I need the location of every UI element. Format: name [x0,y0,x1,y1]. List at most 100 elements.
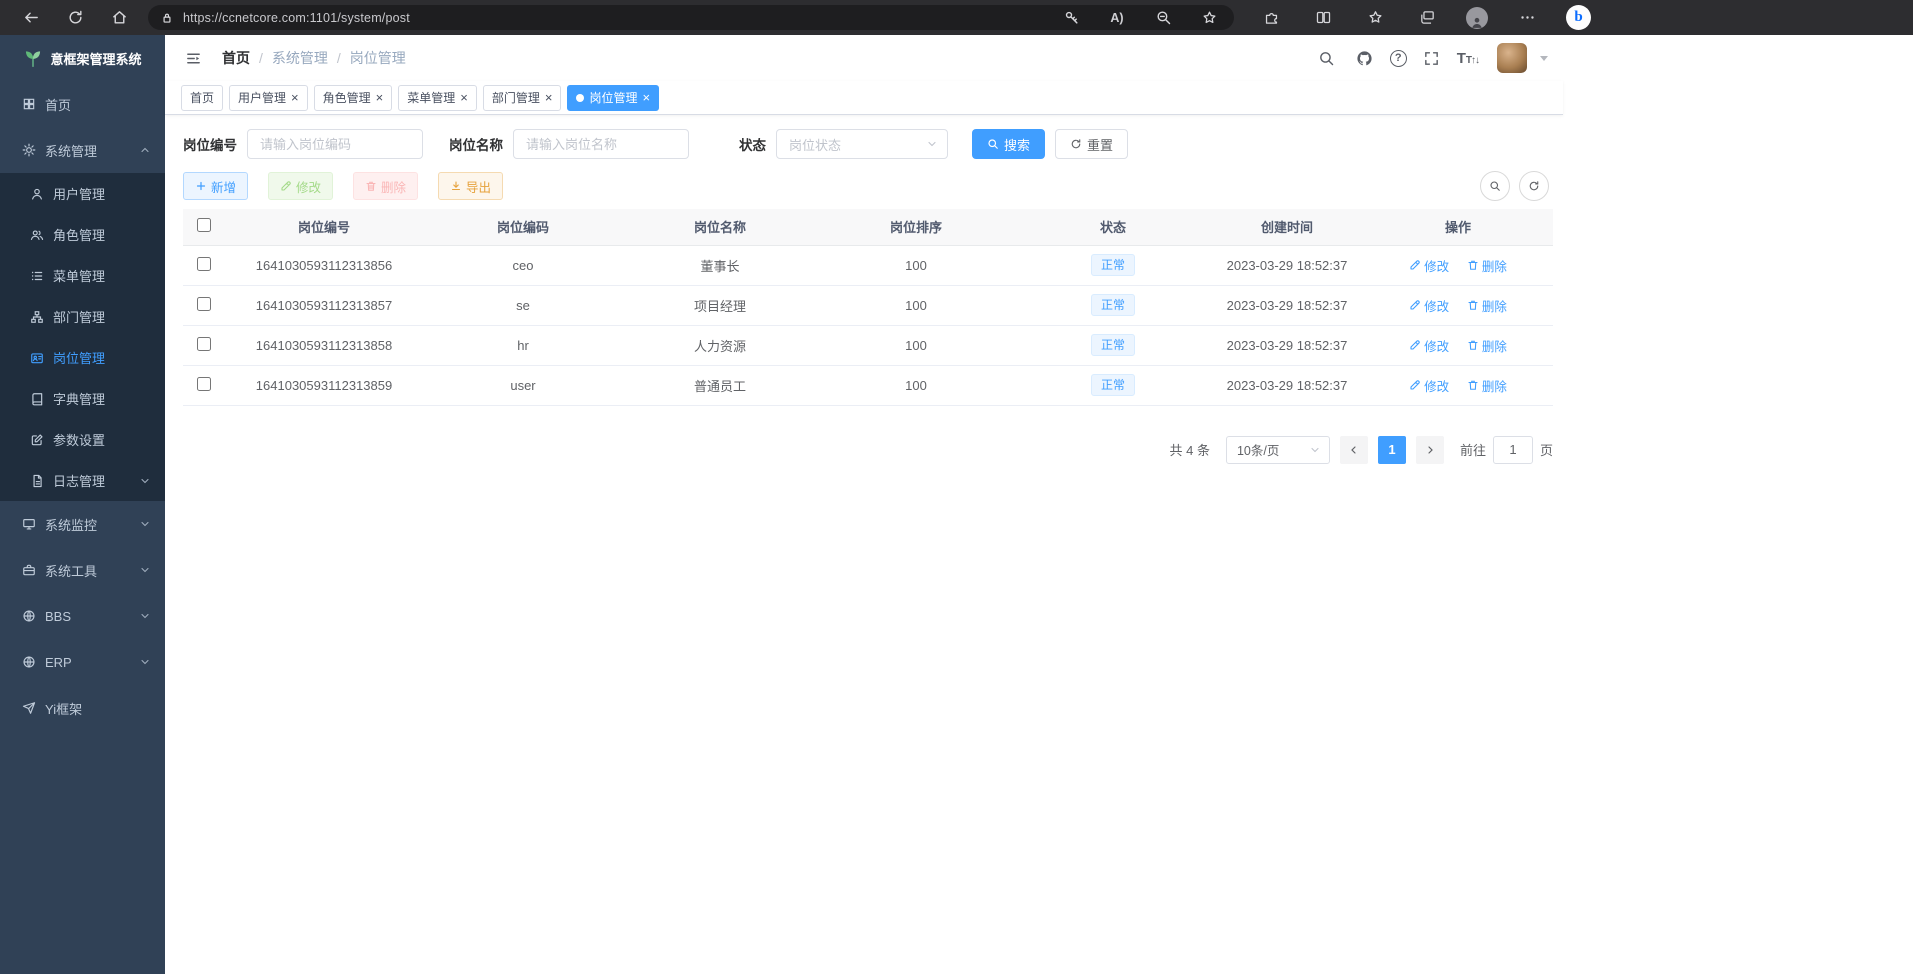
close-icon[interactable]: × [642,91,650,104]
search-button[interactable]: 搜索 [972,129,1045,159]
page-size-select[interactable]: 10条/页 [1226,436,1330,464]
sidebar-item-label: ERP [45,655,72,670]
export-button[interactable]: 导出 [438,172,503,200]
refresh-table-button[interactable] [1519,171,1549,201]
sidebar-item-menus[interactable]: 菜单管理 [0,255,165,296]
row-checkbox[interactable] [197,297,211,311]
breadcrumb-home[interactable]: 首页 [222,48,250,68]
page-number-button[interactable]: 1 [1378,436,1406,464]
column-header: 操作 [1363,209,1553,245]
sidebar-item-tools[interactable]: 系统工具 [0,547,165,593]
github-icon[interactable] [1352,45,1378,71]
font-size-icon[interactable]: T [1457,50,1479,67]
tab-label: 菜单管理 [407,89,455,106]
sidebar-item-users[interactable]: 用户管理 [0,173,165,214]
tab-department-management[interactable]: 部门管理 × [483,85,562,111]
sidebar-item-home[interactable]: 首页 [0,81,165,127]
table-row[interactable]: 1641030593112313857 se 项目经理 100 正常 2023-… [183,285,1553,325]
collections-icon[interactable] [1414,5,1440,31]
post-code-input[interactable] [247,129,423,159]
header-search-icon[interactable] [1314,45,1340,71]
row-delete-button[interactable]: 删除 [1467,336,1507,355]
add-favorite-star-icon[interactable] [1196,5,1222,31]
row-checkbox[interactable] [197,337,211,351]
fullscreen-icon[interactable] [1419,45,1445,71]
saved-password-key-icon[interactable] [1058,5,1084,31]
help-icon[interactable] [1390,50,1407,67]
sidebar-item-roles[interactable]: 角色管理 [0,214,165,255]
user-avatar[interactable] [1497,43,1527,73]
tab-post-management[interactable]: 岗位管理 × [567,85,659,111]
table-row[interactable]: 1641030593112313859 user 普通员工 100 正常 202… [183,365,1553,405]
favorites-icon[interactable] [1362,5,1388,31]
read-aloud-icon[interactable] [1104,5,1130,31]
row-delete-button[interactable]: 删除 [1467,256,1507,275]
sidebar-toggle-button[interactable] [180,45,206,71]
next-page-button[interactable] [1416,436,1444,464]
post-name-input[interactable] [513,129,689,159]
sidebar-item-logs[interactable]: 日志管理 [0,460,165,501]
browser-refresh-button[interactable] [62,5,88,31]
sidebar-item-erp[interactable]: ERP [0,639,165,685]
tab-role-management[interactable]: 角色管理 × [314,85,393,111]
zoom-out-icon[interactable] [1150,5,1176,31]
close-icon[interactable]: × [545,91,553,104]
sidebar-item-parameters[interactable]: 参数设置 [0,419,165,460]
close-icon[interactable]: × [376,91,384,104]
sidebar-item-posts[interactable]: 岗位管理 [0,337,165,378]
chevron-down-icon [1309,444,1321,456]
sidebar-item-label: 系统管理 [45,141,97,160]
tab-home[interactable]: 首页 [181,85,223,111]
row-edit-button[interactable]: 修改 [1409,376,1449,395]
sidebar-item-monitoring[interactable]: 系统监控 [0,501,165,547]
refresh-icon [67,9,84,26]
close-icon[interactable]: × [460,91,468,104]
sidebar-item-label: BBS [45,609,71,624]
split-screen-icon[interactable] [1310,5,1336,31]
extensions-icon[interactable] [1258,5,1284,31]
toolbox-icon [22,563,36,577]
cell-post-name: 董事长 [623,245,817,285]
close-icon[interactable]: × [291,91,299,104]
row-edit-button[interactable]: 修改 [1409,336,1449,355]
row-delete-button[interactable]: 删除 [1467,376,1507,395]
pagination: 共 4 条 10条/页 1 前往 页 [183,436,1553,464]
sidebar-item-departments[interactable]: 部门管理 [0,296,165,337]
browser-profile-avatar[interactable] [1466,7,1488,29]
select-all-checkbox[interactable] [197,218,211,232]
table-header-row: 岗位编号 岗位编码 岗位名称 岗位排序 状态 创建时间 操作 [183,209,1553,245]
sidebar-item-yi-framework[interactable]: Yi框架 [0,685,165,731]
sidebar-item-dictionary[interactable]: 字典管理 [0,378,165,419]
reset-button[interactable]: 重置 [1055,129,1128,159]
copilot-bing-icon[interactable] [1566,5,1591,30]
row-checkbox[interactable] [197,257,211,271]
toggle-search-button[interactable] [1480,171,1510,201]
table-row[interactable]: 1641030593112313856 ceo 董事长 100 正常 2023-… [183,245,1553,285]
edit-button[interactable]: 修改 [268,172,333,200]
status-select[interactable]: 岗位状态 [776,129,948,159]
url-text[interactable]: https://ccnetcore.com:1101/system/post [183,11,410,25]
pagination-total: 共 4 条 [1170,440,1210,459]
row-edit-button[interactable]: 修改 [1409,256,1449,275]
sidebar-item-system[interactable]: 系统管理 [0,127,165,173]
tab-menu-management[interactable]: 菜单管理 × [398,85,477,111]
row-delete-button[interactable]: 删除 [1467,296,1507,315]
row-checkbox[interactable] [197,377,211,391]
previous-page-button[interactable] [1340,436,1368,464]
column-header: 岗位排序 [817,209,1015,245]
goto-page-input[interactable] [1493,436,1533,464]
delete-button[interactable]: 删除 [353,172,418,200]
add-button[interactable]: 新增 [183,172,248,200]
org-tree-icon [30,310,44,324]
table-row[interactable]: 1641030593112313858 hr 人力资源 100 正常 2023-… [183,325,1553,365]
browser-home-button[interactable] [106,5,132,31]
row-edit-button[interactable]: 修改 [1409,296,1449,315]
browser-more-icon[interactable] [1514,5,1540,31]
column-header: 状态 [1015,209,1211,245]
tab-user-management[interactable]: 用户管理 × [229,85,308,111]
sidebar-item-bbs[interactable]: BBS [0,593,165,639]
avatar-caret-down-icon[interactable] [1540,56,1548,61]
post-management-page: 岗位编号 岗位名称 状态 岗位状态 [165,115,1563,464]
address-bar[interactable]: https://ccnetcore.com:1101/system/post [148,5,1234,30]
browser-back-button[interactable] [18,5,44,31]
